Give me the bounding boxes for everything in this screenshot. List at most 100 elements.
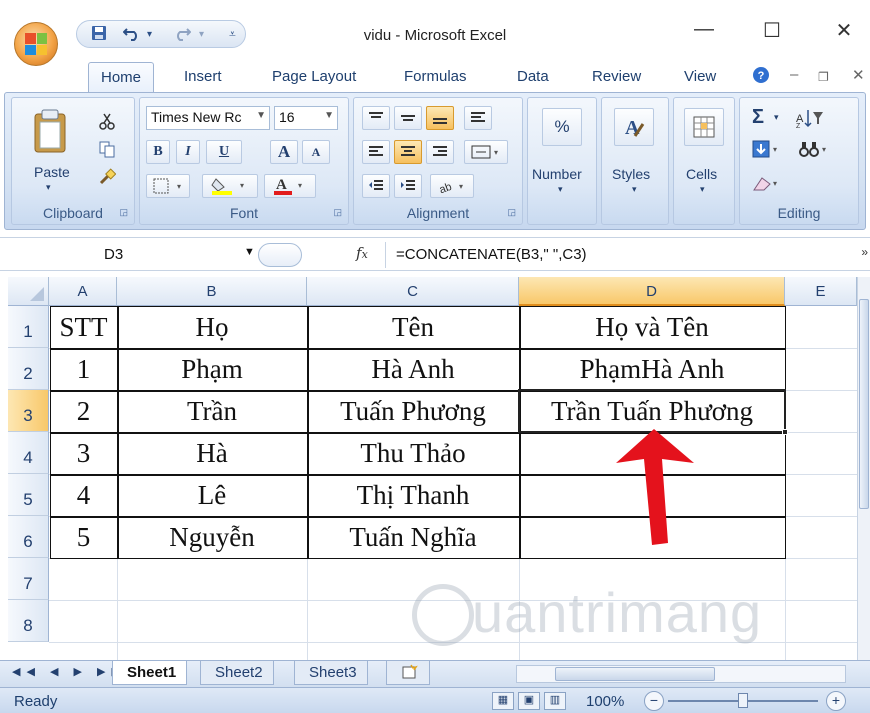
cell-b6[interactable]: Nguyễn: [117, 516, 307, 558]
cell-c1[interactable]: Tên: [307, 306, 519, 348]
row-header-1[interactable]: 1: [8, 306, 49, 348]
styles-button[interactable]: Styles: [612, 166, 650, 182]
paste-dropdown-icon[interactable]: ▾: [46, 182, 51, 193]
orientation-icon[interactable]: ab ▾: [430, 174, 474, 198]
styles-icon[interactable]: A: [614, 108, 654, 146]
cell-b5[interactable]: Lê: [117, 474, 307, 516]
grow-font-button[interactable]: A: [270, 140, 298, 164]
number-button[interactable]: Number: [532, 166, 582, 182]
cells-icon[interactable]: [684, 108, 724, 146]
clear-icon[interactable]: ▾: [752, 174, 782, 197]
zoom-out-button[interactable]: −: [644, 691, 664, 711]
fill-color-button[interactable]: ▾: [202, 174, 258, 198]
decrease-indent-icon[interactable]: [362, 174, 390, 198]
cell-c5[interactable]: Thị Thanh: [307, 474, 519, 516]
expand-formula-bar-icon[interactable]: »: [861, 245, 868, 259]
column-header-b[interactable]: B: [117, 277, 307, 306]
align-top-icon[interactable]: [362, 106, 390, 130]
row-header-7[interactable]: 7: [8, 558, 49, 600]
cell-b4[interactable]: Hà: [117, 432, 307, 474]
cell-a3[interactable]: 2: [50, 390, 117, 432]
select-all-button[interactable]: [8, 277, 49, 306]
italic-button[interactable]: I: [176, 140, 200, 164]
copy-icon[interactable]: [98, 140, 116, 161]
row-header-4[interactable]: 4: [8, 432, 49, 474]
close-icon[interactable]: ✕: [824, 18, 864, 43]
sheet-tab-sheet1[interactable]: Sheet1: [112, 661, 188, 685]
row-header-6[interactable]: 6: [8, 516, 49, 558]
cell-d2[interactable]: PhạmHà Anh: [519, 348, 785, 390]
column-header-a[interactable]: A: [49, 277, 117, 306]
align-bottom-icon[interactable]: [426, 106, 454, 130]
fill-icon[interactable]: ▾: [752, 140, 782, 163]
column-header-d[interactable]: D: [519, 277, 785, 306]
name-box[interactable]: D3 ▼: [12, 242, 255, 268]
cell-b3[interactable]: Trần: [117, 390, 307, 432]
cell-a5[interactable]: 4: [50, 474, 117, 516]
cell-a1[interactable]: STT: [50, 306, 117, 348]
autosum-icon[interactable]: Σ: [752, 106, 764, 129]
percent-icon[interactable]: %: [542, 108, 582, 146]
office-button[interactable]: [14, 22, 58, 66]
find-select-icon[interactable]: ▾: [798, 140, 830, 163]
borders-button[interactable]: ▾: [146, 174, 190, 198]
horizontal-scrollbar[interactable]: [516, 665, 846, 683]
cell-d1[interactable]: Họ và Tên: [519, 306, 785, 348]
tab-review[interactable]: Review: [592, 68, 641, 85]
sheet-tab-sheet3[interactable]: Sheet3: [294, 661, 368, 685]
tab-insert[interactable]: Insert: [184, 68, 222, 85]
number-dropdown-icon[interactable]: ▾: [558, 184, 563, 195]
zoom-in-button[interactable]: +: [826, 691, 846, 711]
align-right-icon[interactable]: [426, 140, 454, 164]
cells-button[interactable]: Cells: [686, 166, 717, 182]
cells-dropdown-icon[interactable]: ▾: [700, 184, 705, 195]
row-header-5[interactable]: 5: [8, 474, 49, 516]
page-break-view-icon[interactable]: ▥: [544, 692, 566, 710]
row-header-2[interactable]: 2: [8, 348, 49, 390]
normal-view-icon[interactable]: ▦: [492, 692, 514, 710]
cell-c3[interactable]: Tuấn Phương: [307, 390, 519, 432]
ribbon-restore-icon[interactable]: ❐: [818, 70, 829, 84]
formula-bar-divider[interactable]: [258, 243, 302, 267]
merge-center-icon[interactable]: ▾: [464, 140, 508, 164]
bold-button[interactable]: B: [146, 140, 170, 164]
cell-a6[interactable]: 5: [50, 516, 117, 558]
help-icon[interactable]: ?: [752, 66, 770, 88]
align-middle-icon[interactable]: [394, 106, 422, 130]
zoom-slider-thumb[interactable]: [738, 693, 748, 708]
font-color-button[interactable]: A ▾: [264, 174, 316, 198]
autosum-dropdown-icon[interactable]: ▾: [774, 112, 779, 123]
format-painter-icon[interactable]: [98, 168, 117, 189]
cell-a2[interactable]: 1: [50, 348, 117, 390]
cell-b1[interactable]: Họ: [117, 306, 307, 348]
ribbon-close-icon[interactable]: ✕: [852, 66, 865, 84]
increase-indent-icon[interactable]: [394, 174, 422, 198]
shrink-font-button[interactable]: A: [302, 140, 330, 164]
clipboard-launcher-icon[interactable]: ◲: [119, 207, 128, 218]
fill-handle[interactable]: [782, 429, 788, 435]
underline-button[interactable]: U: [206, 140, 242, 164]
row-header-3[interactable]: 3: [8, 390, 49, 432]
paste-icon[interactable]: [32, 108, 68, 159]
sheet-nav-arrows-icon[interactable]: ◀◀ ◀ ▶ ▶▶: [12, 665, 126, 678]
cell-a4[interactable]: 3: [50, 432, 117, 474]
horizontal-scroll-thumb[interactable]: [555, 667, 715, 681]
font-name-select[interactable]: Times New Rc ▼: [146, 106, 270, 130]
styles-dropdown-icon[interactable]: ▾: [632, 184, 637, 195]
wrap-text-icon[interactable]: [464, 106, 492, 130]
font-size-select[interactable]: 16 ▼: [274, 106, 338, 130]
cell-c6[interactable]: Tuấn Nghĩa: [307, 516, 519, 558]
tab-page-layout[interactable]: Page Layout: [272, 68, 356, 85]
page-layout-view-icon[interactable]: ▣: [518, 692, 540, 710]
ribbon-minimize-icon[interactable]: –: [790, 66, 798, 83]
vertical-scrollbar[interactable]: [857, 277, 870, 660]
fx-icon[interactable]: fx: [356, 244, 368, 262]
alignment-launcher-icon[interactable]: ◲: [507, 207, 516, 218]
zoom-level[interactable]: 100%: [586, 693, 624, 710]
sheet-tab-sheet2[interactable]: Sheet2: [200, 661, 274, 685]
cell-b2[interactable]: Phạm: [117, 348, 307, 390]
tab-data[interactable]: Data: [517, 68, 549, 85]
align-center-icon[interactable]: [394, 140, 422, 164]
column-header-e[interactable]: E: [785, 277, 857, 306]
cell-c2[interactable]: Hà Anh: [307, 348, 519, 390]
